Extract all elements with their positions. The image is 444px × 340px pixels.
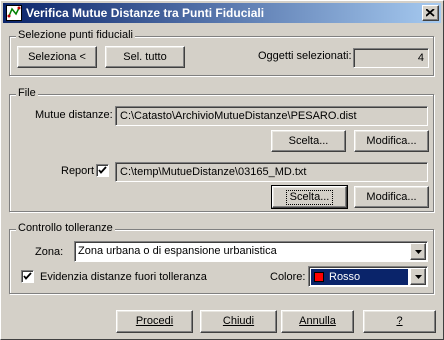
title-bar[interactable]: Verifica Mutue Distanze tra Punti Fiduci… [3, 3, 441, 23]
highlight-checkbox[interactable] [21, 270, 34, 283]
color-select[interactable]: Rosso [308, 266, 428, 287]
report-checkbox[interactable] [96, 164, 109, 177]
file-group-legend: File [16, 87, 38, 99]
zone-dropdown-button[interactable] [410, 243, 426, 260]
cancel-button[interactable]: Annulla [281, 310, 354, 333]
color-swatch [314, 272, 324, 282]
close-button[interactable]: Chiudi [200, 310, 277, 333]
selected-count-field: 4 [353, 48, 429, 68]
highlight-label: Evidenzia distanze fuori tolleranza [40, 271, 207, 283]
report-label: Report [61, 165, 95, 177]
report-path-field[interactable]: C:\temp\MutueDistanze\03165_MD.txt [115, 162, 428, 182]
tolerance-group: Controllo tolleranze Zona: Zona urbana o… [9, 222, 434, 294]
zone-label: Zona: [35, 246, 64, 258]
report-modify-button[interactable]: Modifica... [354, 186, 429, 208]
close-icon [426, 9, 435, 17]
help-button[interactable]: ? [363, 310, 436, 333]
select-all-button[interactable]: Sel. tutto [105, 46, 185, 68]
selected-count-label: Oggetti selezionati: [258, 50, 352, 62]
chevron-down-icon [415, 275, 422, 279]
selection-group: Selezione punti fiduciali Seleziona < Se… [9, 29, 434, 76]
color-value: Rosso [329, 271, 361, 283]
color-label: Colore: [270, 271, 306, 283]
color-dropdown-button[interactable] [410, 268, 426, 285]
file-group: File Mutue distanze: C:\Catasto\Archivio… [9, 87, 434, 212]
app-icon [6, 5, 22, 21]
checkmark-icon [98, 166, 107, 174]
distances-choose-button[interactable]: Scelta... [271, 130, 346, 152]
distances-path-field[interactable]: C:\Catasto\ArchivioMutueDistanze\PESARO.… [115, 106, 428, 126]
dialog-window: Verifica Mutue Distanze tra Punti Fiduci… [0, 0, 444, 340]
distances-label: Mutue distanze: [35, 109, 113, 121]
checkmark-icon [23, 272, 32, 280]
zone-select[interactable]: Zona urbana o di espansione urbanistica [74, 241, 428, 262]
report-choose-button[interactable]: Scelta... [271, 185, 348, 209]
zone-value: Zona urbana o di espansione urbanistica [78, 245, 277, 257]
close-window-button[interactable] [422, 5, 439, 21]
color-selected-item: Rosso [311, 269, 408, 285]
select-button[interactable]: Seleziona < [17, 46, 97, 68]
distances-modify-button[interactable]: Modifica... [354, 130, 429, 152]
window-title: Verifica Mutue Distanze tra Punti Fiduci… [26, 6, 265, 20]
selection-group-legend: Selezione punti fiduciali [16, 29, 135, 41]
tolerance-group-legend: Controllo tolleranze [16, 222, 115, 234]
proceed-button[interactable]: Procedi [116, 310, 193, 333]
chevron-down-icon [415, 250, 422, 254]
